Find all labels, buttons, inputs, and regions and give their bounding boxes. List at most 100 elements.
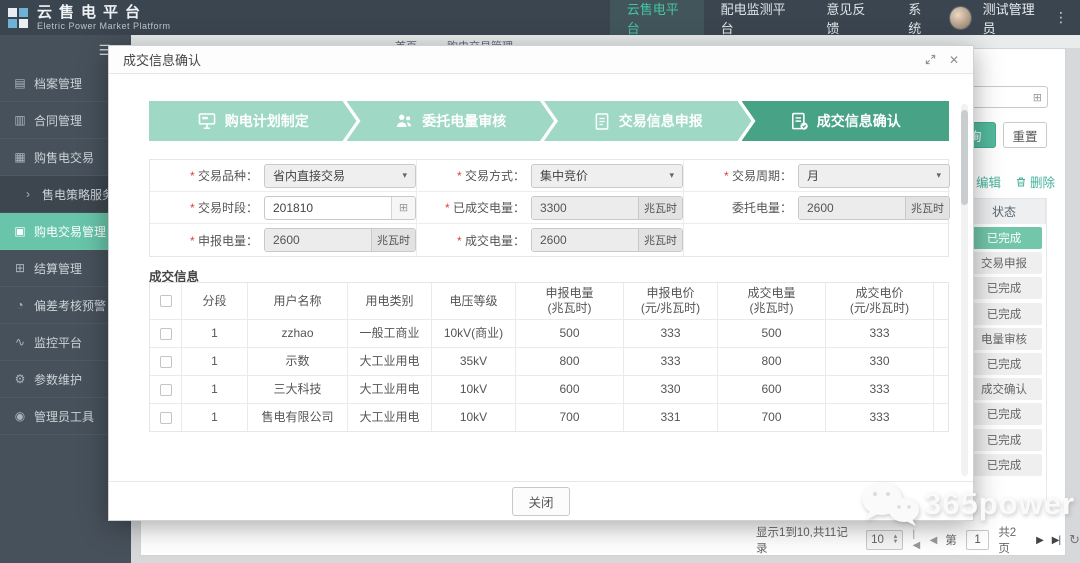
nav-item-system[interactable]: 系统 xyxy=(891,0,949,35)
step-deal-confirm[interactable]: 成交信息确认 xyxy=(742,101,950,141)
step-purchase-plan[interactable]: 购电计划制定 xyxy=(149,101,357,141)
modal-body: 购电计划制定 委托电量审核 交易信息申报 成交信息确认 * 交易品种： 省内直接… xyxy=(109,74,973,482)
page-size-select[interactable]: 10 ▲ ▼ xyxy=(866,530,903,550)
chart-line-icon: ∿ xyxy=(13,335,27,349)
status-badge: 成交确认 xyxy=(966,378,1042,400)
deal-info-table: 分段 用户名称 用电类别 电压等级 申报电量(兆瓦时) 申报电价(元/兆瓦时) … xyxy=(149,282,949,432)
modal-title: 成交信息确认 xyxy=(123,50,201,69)
refresh-icon[interactable]: ↻ xyxy=(1069,532,1080,548)
required-star: * xyxy=(721,169,729,183)
last-page-button[interactable]: ▶| xyxy=(1052,535,1060,546)
gear-icon: ⚙ xyxy=(13,372,27,386)
sidebar-item-label: 购电交易管理 xyxy=(34,223,106,240)
field-trade-variety: * 交易品种： 省内直接交易▾ xyxy=(150,160,417,192)
declared-volume-input[interactable]: 2600兆瓦时 xyxy=(264,228,416,252)
page-size-value: 10 xyxy=(871,534,884,546)
username: 测试管理员 xyxy=(983,0,1043,37)
caret-down-icon: ▾ xyxy=(936,170,941,181)
step-trade-declare[interactable]: 交易信息申报 xyxy=(544,101,752,141)
calendar-icon[interactable]: ⊞ xyxy=(391,197,415,219)
app-title: 云售电平台 xyxy=(37,5,171,21)
total-pages: 共2页 xyxy=(998,524,1027,556)
deal-confirm-modal: 成交信息确认 ✕ 购电计划制定 委托电量审核 交易信息申报 xyxy=(108,45,974,521)
maximize-icon[interactable] xyxy=(925,54,936,65)
user-area: 测试管理员 ⋮ xyxy=(949,0,1080,37)
step-entrust-review[interactable]: 委托电量审核 xyxy=(347,101,555,141)
table-row[interactable]: 1 示数 大工业用电 35kV 800 333 800 330 xyxy=(150,348,948,376)
dealt-volume-input[interactable]: 3300兆瓦时 xyxy=(531,196,683,220)
delete-button[interactable]: 删除 xyxy=(1015,172,1055,191)
sidebar-item-label: 参数维护 xyxy=(34,371,82,388)
status-badge: 已完成 xyxy=(966,277,1042,299)
reset-button[interactable]: 重置 xyxy=(1003,122,1047,148)
wechat-icon xyxy=(858,480,922,528)
status-badge: 已完成 xyxy=(966,227,1042,249)
empty-cell xyxy=(684,224,950,256)
input-value: 2600 xyxy=(532,229,638,251)
page-number-input[interactable]: 1 xyxy=(966,530,990,550)
close-button[interactable]: 关闭 xyxy=(512,487,569,516)
required-star: * xyxy=(454,234,462,248)
status-badge: 已完成 xyxy=(966,303,1042,325)
input-value: 3300 xyxy=(532,197,638,219)
caret-down-icon: ▾ xyxy=(402,170,407,181)
step-label: 交易信息申报 xyxy=(619,111,703,131)
input-value: 2600 xyxy=(799,197,905,219)
sidebar-item-label: 合同管理 xyxy=(34,112,82,129)
trade-timeslot-input[interactable]: 201810⊞ xyxy=(264,196,416,220)
sidebar-item-label: 结算管理 xyxy=(34,260,82,277)
trade-variety-select[interactable]: 省内直接交易▾ xyxy=(264,164,416,188)
next-page-button[interactable]: ▶ xyxy=(1036,535,1043,546)
nav-item-cloud-platform[interactable]: 云售电平台 xyxy=(610,0,704,35)
avatar[interactable] xyxy=(949,6,971,30)
col-user-name: 用户名称 xyxy=(248,283,348,319)
row-checkbox[interactable] xyxy=(160,412,172,424)
select-value: 集中竞价 xyxy=(540,167,588,184)
trade-period-select[interactable]: 月▾ xyxy=(798,164,950,188)
col-voltage-level: 电压等级 xyxy=(432,283,516,319)
archive-icon: ▤ xyxy=(13,76,27,90)
row-checkbox[interactable] xyxy=(160,356,172,368)
monitor-icon xyxy=(197,112,217,131)
edit-button[interactable]: 编辑 xyxy=(976,172,1001,191)
select-all-checkbox[interactable] xyxy=(160,295,172,307)
submenu-arrow-icon: › xyxy=(21,187,35,201)
deal-volume-input[interactable]: 2600兆瓦时 xyxy=(531,228,683,252)
watermark-text: 365power xyxy=(924,486,1075,522)
admin-icon: ◉ xyxy=(13,409,27,423)
modal-scrollbar[interactable] xyxy=(961,104,968,476)
field-label: 交易周期： xyxy=(732,169,792,183)
col-deal-price: 成交电价(元/兆瓦时) xyxy=(826,283,934,319)
unit-addon: 兆瓦时 xyxy=(371,229,415,251)
trade-icon: ▦ xyxy=(13,150,27,164)
status-badge: 交易申报 xyxy=(966,252,1042,274)
trade-mode-select[interactable]: 集中竞价▾ xyxy=(531,164,683,188)
table-row[interactable]: 1 zzhao 一般工商业 10kV(商业) 500 333 500 333 xyxy=(150,320,948,348)
step-label: 成交信息确认 xyxy=(817,111,901,131)
row-checkbox[interactable] xyxy=(160,328,172,340)
close-icon[interactable]: ✕ xyxy=(949,53,959,67)
field-label: 交易时段： xyxy=(198,201,258,215)
col-filler xyxy=(934,283,948,319)
table-row[interactable]: 1 售电有限公司 大工业用电 10kV 700 331 700 333 xyxy=(150,404,948,431)
entrust-volume-input[interactable]: 2600兆瓦时 xyxy=(798,196,950,220)
row-checkbox[interactable] xyxy=(160,384,172,396)
scrollbar-thumb[interactable] xyxy=(961,110,968,205)
more-menu-icon[interactable]: ⋮ xyxy=(1054,9,1068,26)
first-page-button[interactable]: |◀ xyxy=(912,529,920,551)
step-label: 购电计划制定 xyxy=(225,111,309,131)
select-value: 月 xyxy=(807,167,819,184)
field-label: 申报电量： xyxy=(198,234,258,248)
nav-item-feedback[interactable]: 意见反馈 xyxy=(809,0,891,35)
pagination-info: 显示1到10,共11记录 xyxy=(756,524,857,556)
status-column: 已完成 交易申报 已完成 已完成 电量审核 已完成 成交确认 已完成 已完成 已… xyxy=(962,224,1046,479)
table-row[interactable]: 1 三大科技 大工业用电 10kV 600 330 600 333 xyxy=(150,376,948,404)
field-trade-period: * 交易周期： 月▾ xyxy=(684,160,950,192)
required-star: * xyxy=(442,201,450,215)
col-declared-qty: 申报电量(兆瓦时) xyxy=(516,283,624,319)
nav-item-distribution-monitor[interactable]: 配电监测平台 xyxy=(704,0,810,35)
column-divider xyxy=(1046,198,1047,508)
prev-page-button[interactable]: ◀ xyxy=(930,535,937,546)
watermark: 365power xyxy=(858,480,1075,528)
doc-icon: ▣ xyxy=(13,224,27,238)
